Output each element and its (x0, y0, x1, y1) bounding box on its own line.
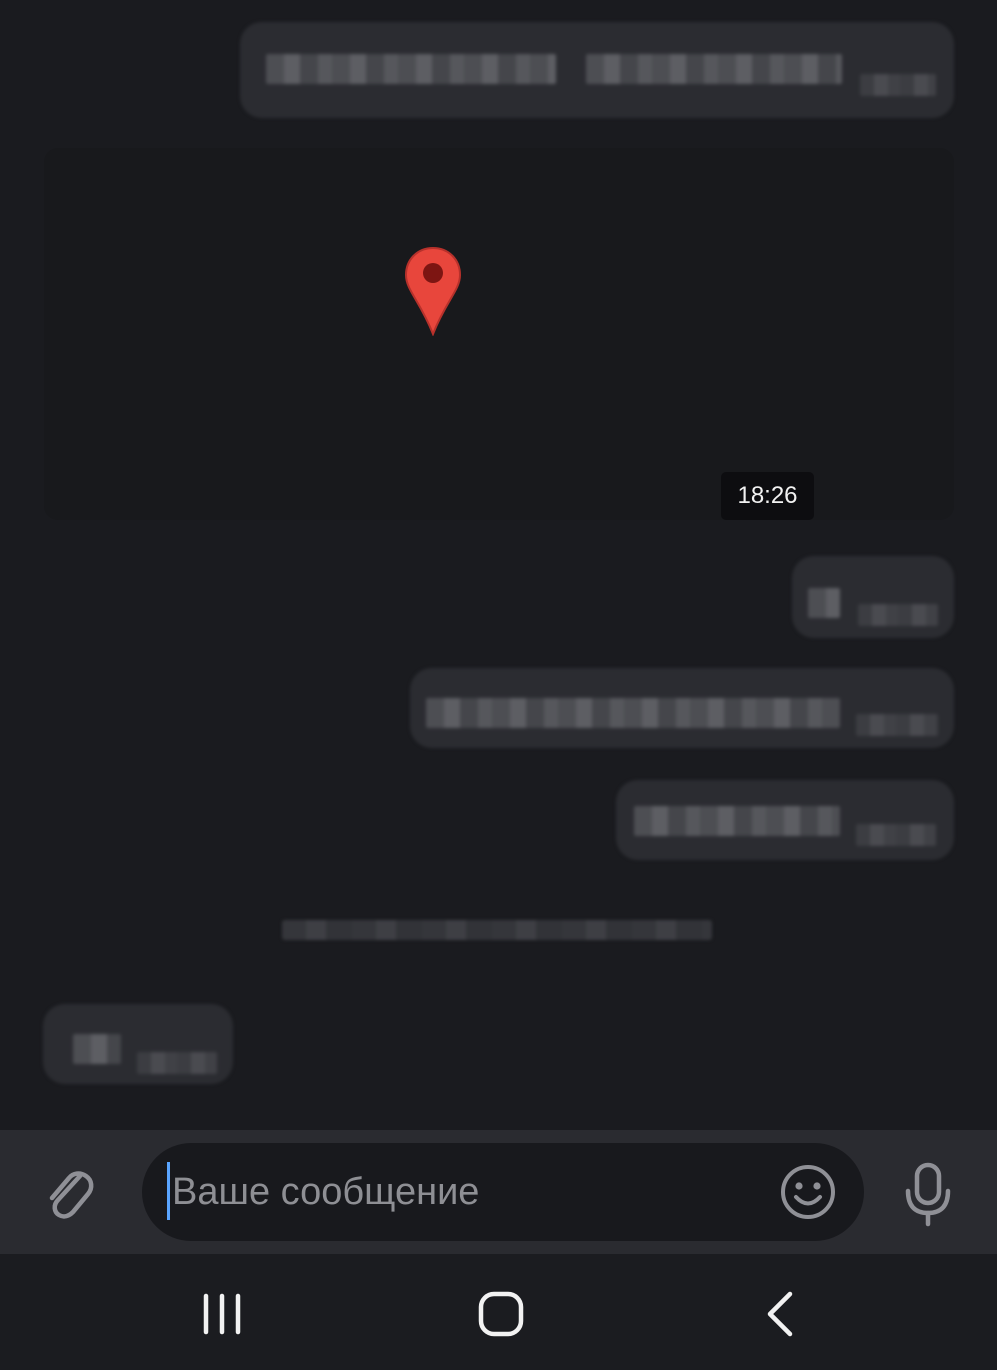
blurred-text (426, 698, 840, 728)
blurred-text (586, 54, 842, 84)
chat-area: 18:26 (0, 0, 997, 1130)
emoji-icon[interactable] (776, 1160, 840, 1224)
location-map[interactable] (44, 148, 954, 520)
home-icon[interactable] (461, 1282, 541, 1346)
map-pin-icon (404, 246, 462, 336)
blurred-timestamp (858, 604, 938, 626)
message-bubble-outgoing[interactable] (410, 668, 954, 748)
paperclip-icon[interactable] (36, 1160, 100, 1224)
message-input-placeholder: Ваше сообщение (172, 1171, 480, 1213)
back-icon[interactable] (740, 1282, 820, 1346)
message-bubble-outgoing[interactable] (616, 780, 954, 860)
system-divider (282, 920, 712, 940)
blurred-timestamp (137, 1052, 217, 1074)
message-bubble-incoming[interactable] (43, 1004, 233, 1084)
blurred-text (634, 806, 840, 836)
time-badge: 18:26 (721, 472, 814, 520)
message-bubble-outgoing[interactable] (240, 22, 954, 118)
microphone-icon[interactable] (896, 1160, 960, 1228)
blurred-timestamp (856, 714, 938, 736)
blurred-text (266, 54, 556, 84)
blurred-timestamp (860, 74, 936, 96)
blurred-timestamp (856, 824, 936, 846)
blurred-text (808, 588, 840, 618)
message-bubble-outgoing[interactable] (792, 556, 954, 638)
recents-icon[interactable] (182, 1282, 262, 1346)
text-caret (167, 1162, 170, 1220)
blurred-text (73, 1034, 121, 1064)
